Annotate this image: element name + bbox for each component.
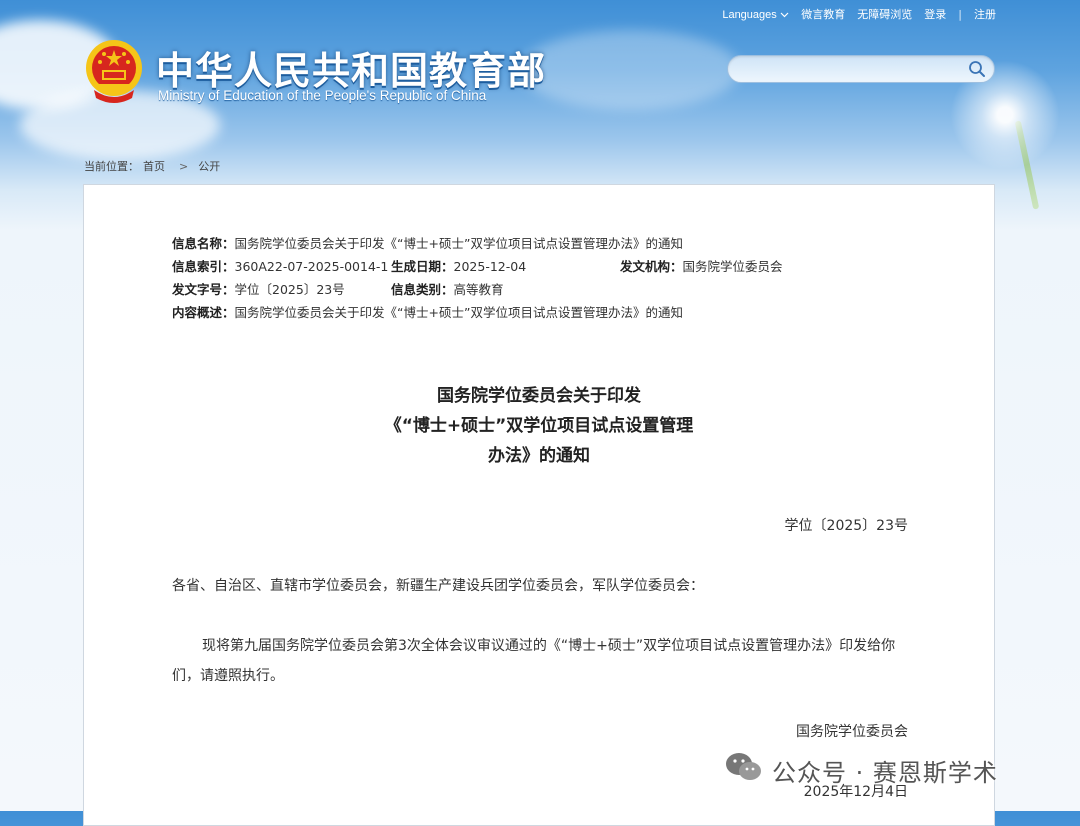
meta-docno-label: 发文字号： <box>172 282 235 297</box>
meta-name-value: 国务院学位委员会关于印发《“博士+硕士”双学位项目试点设置管理办法》的通知 <box>234 236 683 251</box>
search-icon[interactable] <box>968 60 986 78</box>
weiyan-link[interactable]: 微言教育 <box>801 6 845 22</box>
accessible-browse-link[interactable]: 无障碍浏览 <box>857 6 912 22</box>
meta-row-summary: 内容概述：国务院学位委员会关于印发《“博士+硕士”双学位项目试点设置管理办法》的… <box>172 302 683 325</box>
meta-index-value: 360A22-07-2025-0014-1 <box>234 259 389 274</box>
languages-label: Languages <box>722 8 777 21</box>
ministry-logo-chinese[interactable]: 中华人民共和国教育部 <box>156 40 546 95</box>
document-panel: 信息名称：国务院学位委员会关于印发《“博士+硕士”双学位项目试点设置管理办法》的… <box>83 184 995 826</box>
document-title-line: 《“博士+硕士”双学位项目试点设置管理 <box>384 416 694 436</box>
chevron-right-icon: > <box>179 160 189 173</box>
breadcrumb-label: 当前位置： <box>84 160 139 173</box>
document-addressee: 各省、自治区、直辖市学位委员会，新疆生产建设兵团学位委员会，军队学位委员会： <box>172 578 704 594</box>
search-input[interactable] <box>740 59 964 81</box>
meta-date-label: 生成日期： <box>391 259 454 274</box>
meta-category-value: 高等教育 <box>453 282 504 297</box>
login-link[interactable]: 登录 <box>924 6 946 22</box>
watermark-text: 公众号 · 赛恩斯学术 <box>772 758 998 787</box>
meta-summary-value: 国务院学位委员会关于印发《“博士+硕士”双学位项目试点设置管理办法》的通知 <box>234 305 683 320</box>
document-title: 国务院学位委员会关于印发 《“博士+硕士”双学位项目试点设置管理 办法》的通知 <box>84 381 994 471</box>
meta-index-label: 信息索引： <box>172 259 235 274</box>
breadcrumb: 当前位置： 首页 > 公开 <box>84 158 224 174</box>
meta-org-value: 国务院学位委员会 <box>682 259 783 274</box>
document-signer: 国务院学位委员会 <box>796 724 908 740</box>
meta-row-docno: 发文字号：学位〔2025〕23号 信息类别：高等教育 <box>172 279 683 302</box>
document-title-line: 国务院学位委员会关于印发 <box>437 386 641 406</box>
breadcrumb-current[interactable]: 公开 <box>198 160 220 173</box>
meta-date-value: 2025-12-04 <box>453 259 527 274</box>
register-link[interactable]: 注册 <box>974 6 996 22</box>
nav-separator: | <box>958 7 962 21</box>
chevron-down-icon <box>780 8 789 21</box>
cloud-decoration <box>520 30 740 110</box>
national-emblem-icon[interactable] <box>84 38 144 104</box>
document-number: 学位〔2025〕23号 <box>784 518 908 534</box>
meta-category-label: 信息类别： <box>391 282 454 297</box>
wechat-icon <box>724 750 764 790</box>
info-metadata-table: 信息名称：国务院学位委员会关于印发《“博士+硕士”双学位项目试点设置管理办法》的… <box>172 233 783 325</box>
meta-summary-label: 内容概述： <box>172 305 235 320</box>
search-box <box>727 55 995 83</box>
meta-org-label: 发文机构： <box>620 259 683 274</box>
meta-row-name: 信息名称：国务院学位委员会关于印发《“博士+硕士”双学位项目试点设置管理办法》的… <box>172 233 683 256</box>
breadcrumb-home-link[interactable]: 首页 <box>143 160 165 173</box>
wechat-watermark: 公众号 · 赛恩斯学术 <box>724 750 998 790</box>
top-navigation: Languages 微言教育 无障碍浏览 登录 | 注册 <box>722 6 996 22</box>
meta-docno-value: 学位〔2025〕23号 <box>234 282 345 297</box>
document-body-paragraph: 现将第九届国务院学位委员会第3次全体会议审议通过的《“博士+硕士”双学位项目试点… <box>172 638 896 684</box>
ministry-logo-english[interactable]: Ministry of Education of the People's Re… <box>158 88 486 103</box>
meta-name-label: 信息名称： <box>172 236 235 251</box>
languages-menu[interactable]: Languages <box>722 8 789 21</box>
document-title-line: 办法》的通知 <box>488 446 590 466</box>
meta-row-index: 信息索引：360A22-07-2025-0014-1 生成日期：2025-12-… <box>172 256 783 279</box>
